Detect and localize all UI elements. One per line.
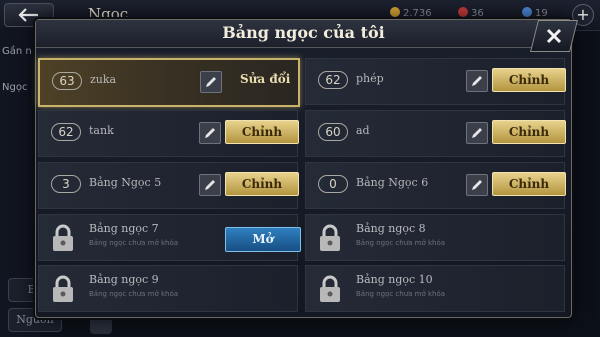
diamond-resource: 19 (522, 7, 548, 19)
adjust-button[interactable]: Chỉnh (225, 172, 299, 196)
gem-board-modal: Bảng ngọc của tôi 63 zuka Sửa đổi 62 phé… (35, 19, 578, 318)
rename-button[interactable] (200, 71, 222, 93)
level-badge: 60 (318, 123, 348, 141)
locked-slot-name: Bảng ngọc 10 (356, 273, 433, 286)
gem-slot[interactable]: 60 ad Chỉnh (305, 110, 566, 157)
locked-slot-status: Bảng ngọc chưa mở khóa (356, 239, 446, 247)
locked-slot-name: Bảng ngọc 8 (356, 222, 426, 235)
gold-resource: 2.736 (390, 7, 432, 19)
pencil-icon (205, 128, 215, 138)
slot-name: zuka (90, 73, 117, 86)
rename-button[interactable] (466, 174, 488, 196)
rename-button[interactable] (466, 122, 488, 144)
gem-slot[interactable]: 62 tank Chỉnh (38, 110, 299, 157)
level-badge: 62 (51, 123, 81, 141)
modal-header: Bảng ngọc của tôi (36, 20, 578, 52)
locked-slot-name: Bảng ngọc 7 (89, 222, 159, 235)
locked-slot-status: Bảng ngọc chưa mở khóa (89, 290, 179, 298)
rename-button[interactable] (199, 174, 221, 196)
close-icon (546, 28, 562, 44)
diamond-count: 19 (535, 8, 548, 19)
gem-slot[interactable]: 0 Bảng Ngọc 6 Chỉnh (305, 162, 566, 209)
slot-name: Bảng Ngọc 5 (89, 176, 162, 189)
slot-name: Bảng Ngọc 6 (356, 176, 429, 189)
locked-slot: Bảng ngọc 9 Bảng ngọc chưa mở khóa (38, 265, 298, 312)
adjust-button[interactable]: Chỉnh (492, 68, 566, 92)
modal-title: Bảng ngọc của tôi (222, 23, 385, 42)
locked-slot-status: Bảng ngọc chưa mở khóa (356, 290, 446, 298)
ruby-icon (458, 7, 468, 17)
locked-slot-name: Bảng ngọc 9 (89, 273, 159, 286)
pencil-icon (206, 77, 216, 87)
adjust-button[interactable]: Chỉnh (492, 172, 566, 196)
pencil-icon (472, 76, 482, 86)
pencil-icon (472, 128, 482, 138)
level-badge: 0 (318, 175, 348, 193)
level-badge: 63 (52, 72, 82, 90)
lock-icon (53, 275, 73, 302)
locked-slot: Bảng ngọc 10 Bảng ngọc chưa mở khóa (305, 265, 565, 312)
pencil-icon (472, 180, 482, 190)
locked-slot: Bảng ngọc 8 Bảng ngọc chưa mở khóa (305, 214, 565, 261)
left-label-recent: Gần n (2, 46, 32, 57)
adjust-button[interactable]: Chỉnh (225, 120, 299, 144)
rename-button[interactable] (199, 122, 221, 144)
gold-count: 2.736 (403, 8, 432, 19)
gem-slot[interactable]: 62 phép Chỉnh (305, 58, 566, 105)
slot-name: phép (356, 72, 384, 85)
locked-slot-status: Bảng ngọc chưa mở khóa (89, 239, 179, 247)
lock-icon (320, 275, 340, 302)
left-label-gem: Ngọc (2, 82, 28, 93)
locked-slot: Bảng ngọc 7 Bảng ngọc chưa mở khóa Mở (38, 214, 301, 261)
gem-slot[interactable]: 63 zuka Sửa đổi (38, 58, 300, 107)
lock-icon (53, 224, 73, 251)
rename-button[interactable] (466, 70, 488, 92)
diamond-icon (522, 7, 532, 17)
adjust-button[interactable]: Chỉnh (492, 120, 566, 144)
edit-action[interactable]: Sửa đổi (240, 72, 290, 86)
ruby-resource: 36 (458, 7, 484, 19)
ruby-count: 36 (471, 8, 484, 19)
slot-name: ad (356, 124, 370, 137)
gem-slot[interactable]: 3 Bảng Ngọc 5 Chỉnh (38, 162, 299, 209)
pencil-icon (205, 180, 215, 190)
unlock-button[interactable]: Mở (225, 227, 301, 252)
close-button[interactable] (530, 20, 578, 52)
slot-name: tank (89, 124, 114, 137)
lock-icon (320, 224, 340, 251)
level-badge: 3 (51, 175, 81, 193)
gold-icon (390, 7, 400, 17)
level-badge: 62 (318, 71, 348, 89)
